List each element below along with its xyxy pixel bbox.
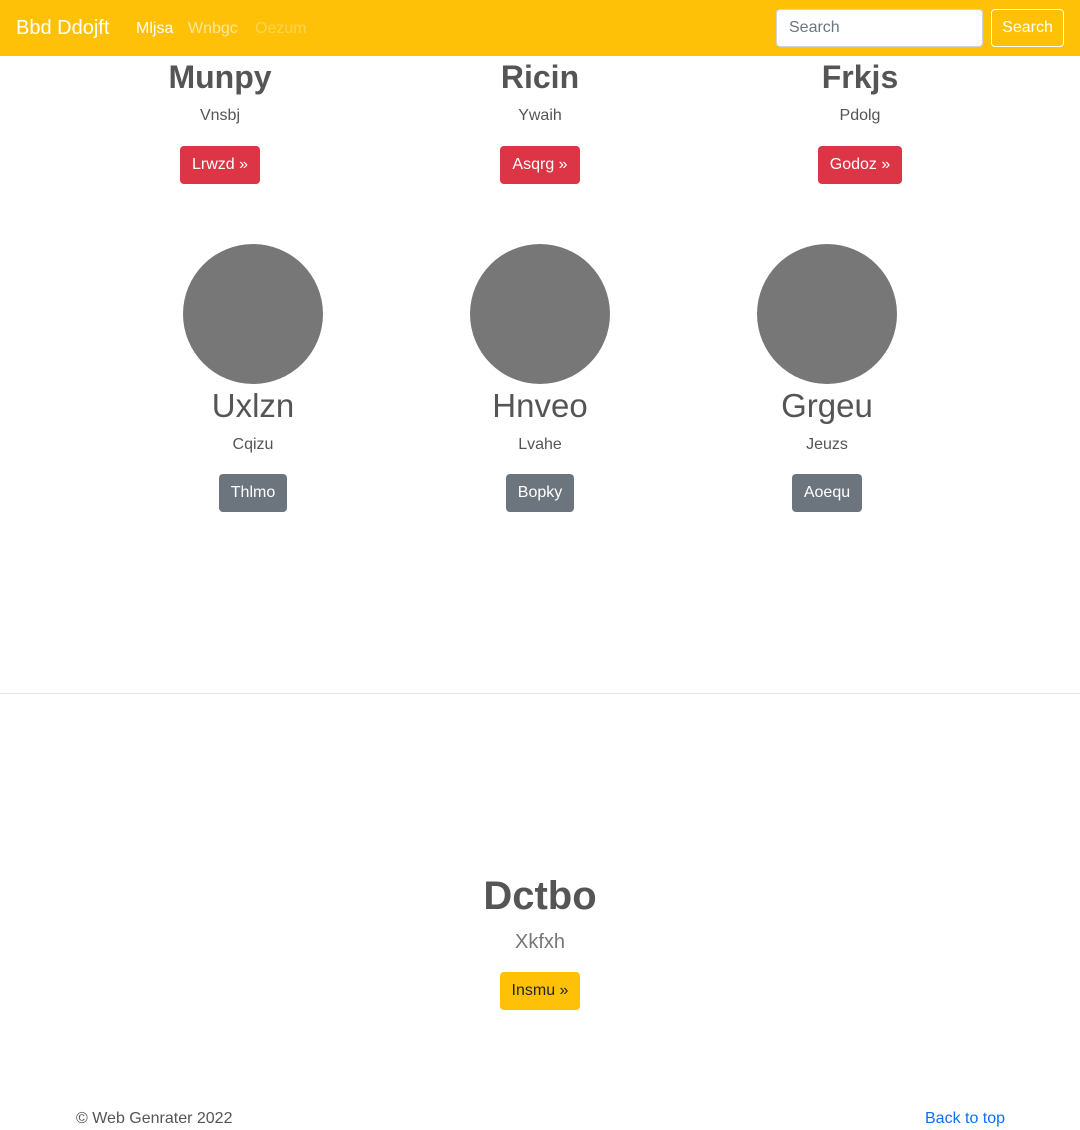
feature-title: Frkjs xyxy=(821,59,899,95)
profile-column-2: Hnveo Lvahe Bopky xyxy=(440,244,640,512)
profile-column-1: Uxlzn Cqizu Thlmo xyxy=(153,244,353,512)
feature-subtitle: Pdolg xyxy=(839,107,881,124)
footer-copyright: © Web Genrater 2022 xyxy=(76,1110,233,1127)
back-to-top-link[interactable]: Back to top xyxy=(925,1108,1005,1130)
hero-button[interactable]: Insmu » xyxy=(499,972,581,1010)
profile-button[interactable]: Aoequ xyxy=(791,474,863,512)
navbar: Bbd Ddojft Mljsa Wnbgc Oezum Search xyxy=(0,0,1080,56)
navbar-brand[interactable]: Bbd Ddojft xyxy=(16,15,109,41)
feature-subtitle: Vnsbj xyxy=(199,107,241,124)
placeholder-image xyxy=(183,244,323,384)
nav-link-oezum[interactable]: Oezum xyxy=(255,18,307,40)
hero-section: Dctbo Xkfxh Insmu » xyxy=(340,872,740,1010)
profile-subtitle: Lvahe xyxy=(518,436,562,453)
profile-button[interactable]: Bopky xyxy=(505,474,575,512)
feature-button[interactable]: Godoz » xyxy=(817,146,903,184)
placeholder-image xyxy=(470,244,610,384)
section-divider xyxy=(0,693,1080,694)
nav-link-wnbgc[interactable]: Wnbgc xyxy=(188,18,238,40)
feature-column-3: Frkjs Pdolg Godoz » xyxy=(760,58,960,184)
search-input[interactable] xyxy=(776,9,983,47)
feature-column-2: Ricin Ywaih Asqrg » xyxy=(440,58,640,184)
hero-subtitle: Xkfxh xyxy=(514,931,566,953)
profile-button[interactable]: Thlmo xyxy=(218,474,288,512)
profile-subtitle: Cqizu xyxy=(232,436,274,453)
feature-title: Munpy xyxy=(168,59,272,95)
profile-title: Uxlzn xyxy=(211,387,295,424)
placeholder-image xyxy=(757,244,897,384)
feature-subtitle: Ywaih xyxy=(518,107,562,124)
hero-title: Dctbo xyxy=(483,874,597,918)
feature-column-1: Munpy Vnsbj Lrwzd » xyxy=(120,58,320,184)
feature-button[interactable]: Asqrg » xyxy=(500,146,580,184)
feature-button[interactable]: Lrwzd » xyxy=(179,146,261,184)
feature-title: Ricin xyxy=(500,59,580,95)
profile-title: Hnveo xyxy=(492,387,588,424)
search-button[interactable]: Search xyxy=(991,9,1064,47)
profile-title: Grgeu xyxy=(781,387,873,424)
profile-column-3: Grgeu Jeuzs Aoequ xyxy=(727,244,927,512)
nav-link-mljsa[interactable]: Mljsa xyxy=(136,18,173,40)
profile-subtitle: Jeuzs xyxy=(806,436,848,453)
